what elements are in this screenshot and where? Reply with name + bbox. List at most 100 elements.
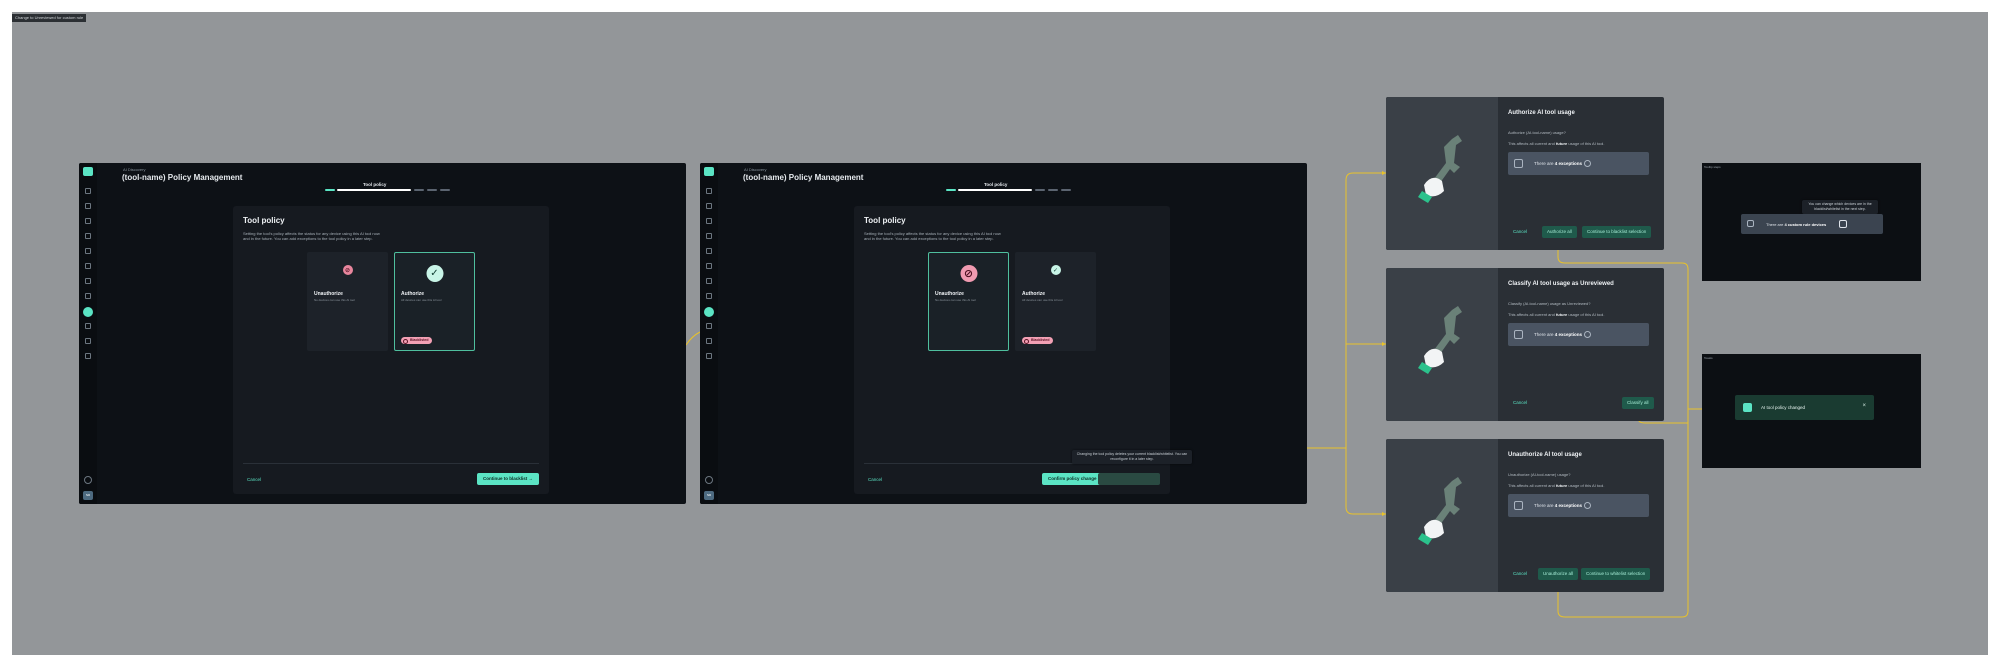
- reports-icon[interactable]: [85, 233, 91, 239]
- target-icon[interactable]: [706, 278, 712, 284]
- modal-question: Unauthorize (AI-tool-name) usage?: [1508, 472, 1571, 477]
- check-icon: ✓: [426, 265, 443, 282]
- tool-policy-panel: Tool policy Setting the tool's policy af…: [233, 206, 549, 494]
- analytics-icon[interactable]: [706, 203, 712, 209]
- classify-all-button[interactable]: Classify all: [1622, 397, 1654, 409]
- cancel-button[interactable]: Cancel: [868, 477, 882, 482]
- toast-message: AI tool policy changed: [1761, 405, 1806, 410]
- step-label: Tool policy: [984, 182, 1008, 187]
- step-current: [958, 189, 1032, 191]
- option-subtitle: All devices can use this AI tool: [1022, 298, 1063, 302]
- confirm-policy-change-button[interactable]: Confirm policy change: [1042, 473, 1103, 485]
- devices-icon[interactable]: [85, 218, 91, 224]
- modal-question: Classify (AI-tool-name) usage as Unrevie…: [1508, 301, 1591, 306]
- devices-icon[interactable]: [706, 218, 712, 224]
- step-label: Tool policy: [363, 182, 387, 187]
- step-next: [414, 189, 424, 191]
- avatar[interactable]: NR: [83, 491, 93, 500]
- avatar[interactable]: NR: [704, 491, 714, 500]
- chip-text: There are 4 custom rule devices: [1766, 222, 1827, 227]
- button-label: Continue to blacklist: [482, 476, 528, 481]
- flow-icon[interactable]: [706, 263, 712, 269]
- settings-icon[interactable]: [85, 338, 91, 344]
- ai-discovery-icon[interactable]: [704, 307, 714, 317]
- policy-changed-toast: AI tool policy changed ×: [1735, 395, 1874, 420]
- toasts-frame: Toasts AI tool policy changed ×: [1702, 354, 1921, 468]
- device-icon: [1514, 330, 1523, 339]
- info-icon[interactable]: [1584, 331, 1591, 338]
- shield-icon[interactable]: [706, 323, 712, 329]
- reports-icon[interactable]: [706, 233, 712, 239]
- settings-icon[interactable]: [706, 338, 712, 344]
- policy-screen-unauthorize: NR AI Discovery (tool-name) Policy Manag…: [700, 163, 1307, 504]
- ai-discovery-icon[interactable]: [83, 307, 93, 317]
- divider: [243, 463, 539, 464]
- authorize-all-button[interactable]: Authorize all: [1542, 226, 1577, 238]
- info-icon[interactable]: [1584, 160, 1591, 167]
- panel-title: Tool policy: [864, 216, 906, 225]
- info-icon[interactable]: [1839, 220, 1847, 228]
- success-icon: [1743, 403, 1752, 412]
- continue-to-blacklist-button[interactable]: Continue to blacklist →: [476, 473, 539, 485]
- help-icon[interactable]: [705, 476, 713, 484]
- cloud-icon[interactable]: [85, 248, 91, 254]
- authorize-modal: Authorize AI tool usage Authorize (AI-to…: [1386, 97, 1664, 250]
- step-next: [1035, 189, 1045, 191]
- robot-hand-illustration: [1418, 135, 1462, 203]
- option-authorize[interactable]: ✓ Authorize All devices can use this AI …: [1015, 252, 1096, 351]
- stepper: Tool policy: [946, 182, 1076, 192]
- shield-icon[interactable]: [85, 323, 91, 329]
- option-unauthorize[interactable]: ⊘ Unauthorize No devices can use this AI…: [928, 252, 1009, 351]
- policy-change-tooltip: Changing the tool policy deletes your cu…: [1072, 450, 1192, 464]
- app-logo-icon[interactable]: [704, 167, 714, 176]
- option-authorize[interactable]: ✓ Authorize All devices can use this AI …: [394, 252, 475, 351]
- cloud-icon[interactable]: [706, 248, 712, 254]
- tools-icon[interactable]: [706, 353, 712, 359]
- step-next: [1048, 189, 1058, 191]
- step-next: [427, 189, 437, 191]
- device-icon: [1747, 220, 1754, 227]
- option-title: Authorize: [1022, 291, 1046, 297]
- modal-title: Unauthorize AI tool usage: [1508, 452, 1582, 458]
- cancel-button[interactable]: Cancel: [247, 477, 261, 482]
- option-title: Authorize: [401, 291, 425, 297]
- continue-to-blacklist-selection-button[interactable]: Continue to blacklist selection: [1582, 226, 1652, 238]
- tool-policy-panel: Tool policy Setting the tool's policy af…: [854, 206, 1192, 494]
- modal-effect: This affects all current and future usag…: [1508, 141, 1605, 146]
- analytics-icon[interactable]: [85, 203, 91, 209]
- breadcrumb[interactable]: AI Discovery: [123, 167, 145, 172]
- unauthorize-modal: Unauthorize AI tool usage Unauthorize (A…: [1386, 439, 1664, 592]
- info-icon[interactable]: [1584, 502, 1591, 509]
- app-logo-icon[interactable]: [83, 167, 93, 176]
- dashboard-icon[interactable]: [706, 188, 712, 194]
- cancel-button[interactable]: Cancel: [1513, 400, 1527, 405]
- stepper: Tool policy: [325, 182, 455, 192]
- option-subtitle: No devices can use this AI tool: [935, 298, 976, 302]
- dashboard-icon[interactable]: [85, 188, 91, 194]
- tools-icon[interactable]: [85, 353, 91, 359]
- modal-effect: This affects all current and future usag…: [1508, 312, 1605, 317]
- blocked-icon: ⊘: [960, 265, 977, 282]
- cancel-button[interactable]: Cancel: [1513, 571, 1527, 576]
- exceptions-text: There are 4 exceptions: [1534, 161, 1583, 166]
- target-icon[interactable]: [85, 278, 91, 284]
- option-subtitle: No devices can use this AI tool: [314, 298, 355, 302]
- flow-icon[interactable]: [85, 263, 91, 269]
- illustration: [1386, 97, 1498, 250]
- option-unauthorize[interactable]: ⊘ Unauthorize No devices can use this AI…: [307, 252, 388, 351]
- frame-label: Change to Unreviewed for custom rule: [12, 14, 87, 22]
- policy-screen-authorize: NR AI Discovery (tool-name) Policy Manag…: [79, 163, 686, 504]
- nav-rail: NR: [79, 163, 97, 504]
- option-title: Unauthorize: [314, 291, 343, 297]
- code-icon[interactable]: [706, 293, 712, 299]
- continue-to-whitelist-selection-button[interactable]: Continue to whitelist selection: [1581, 568, 1651, 580]
- code-icon[interactable]: [85, 293, 91, 299]
- custom-rule-devices-chip: There are 4 custom rule devices: [1741, 214, 1883, 234]
- frame-name: Toasts: [1704, 356, 1713, 360]
- cancel-button[interactable]: Cancel: [1513, 229, 1527, 234]
- breadcrumb[interactable]: AI Discovery: [744, 167, 766, 172]
- help-icon[interactable]: [84, 476, 92, 484]
- close-icon[interactable]: ×: [1862, 403, 1866, 409]
- unauthorize-all-button[interactable]: Unauthorize all: [1538, 568, 1579, 580]
- exceptions-box: There are 4 exceptions: [1508, 152, 1649, 175]
